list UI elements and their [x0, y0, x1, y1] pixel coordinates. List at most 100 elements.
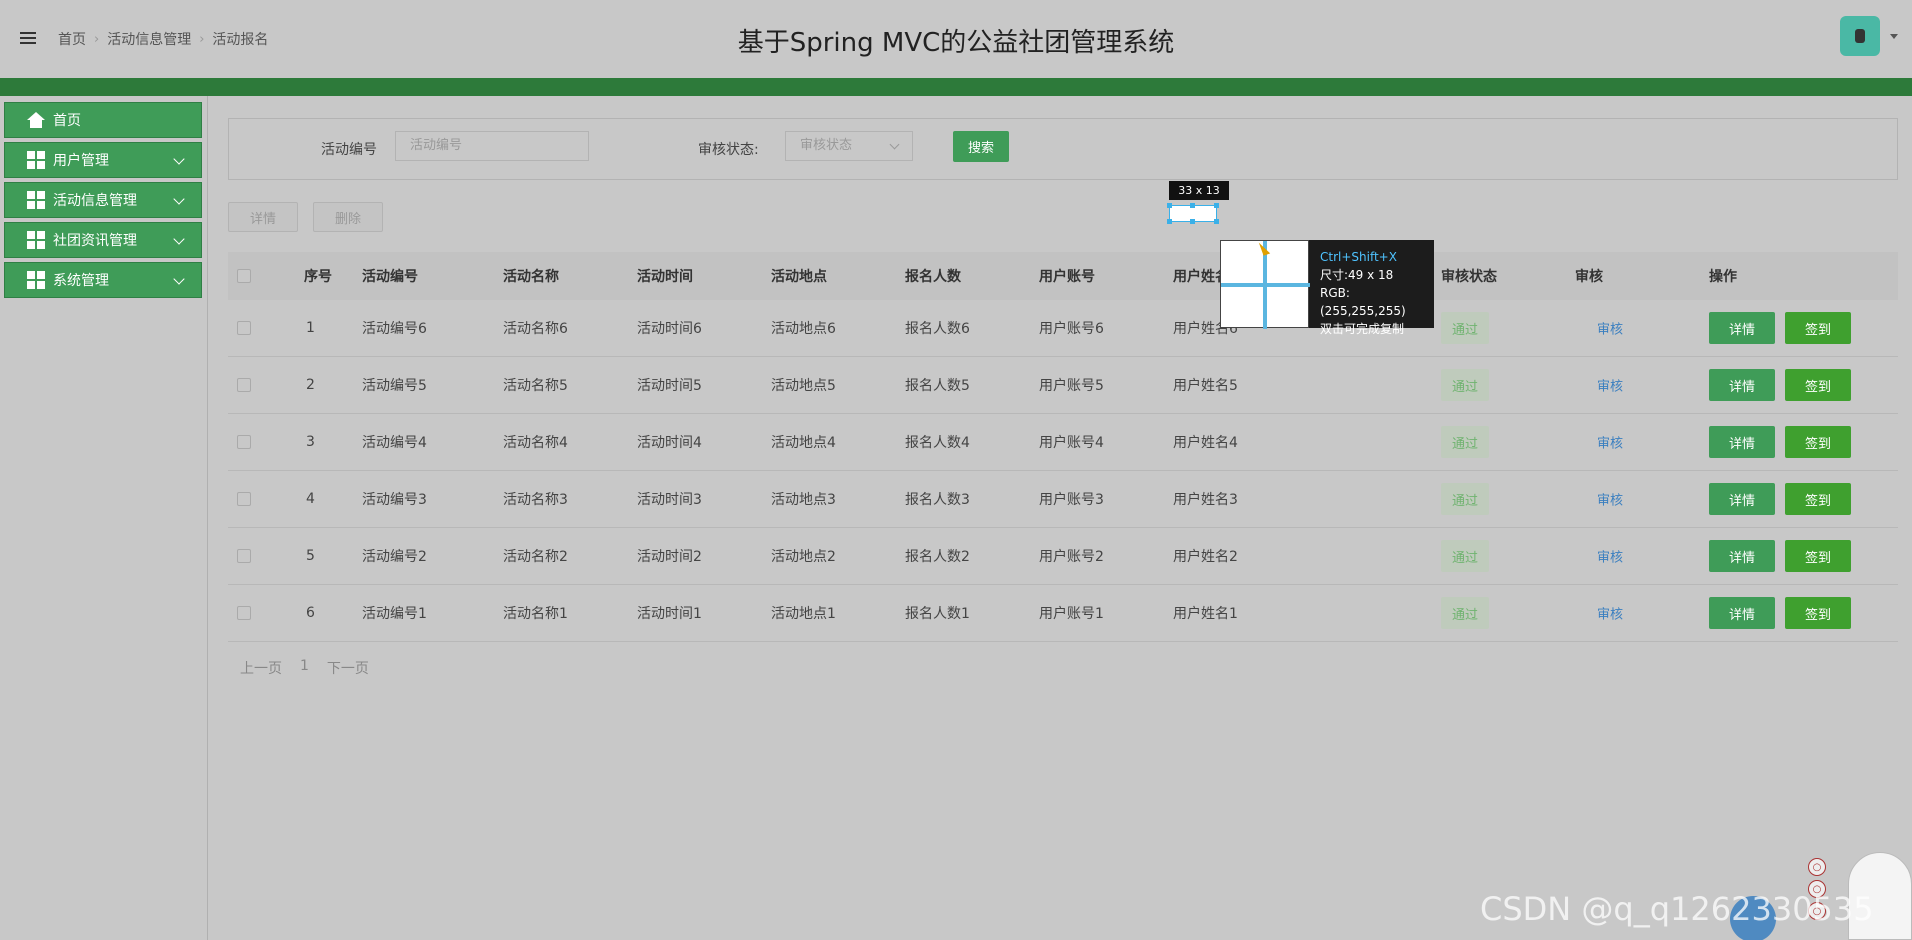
cell-name: 活动名称4 — [503, 435, 568, 451]
sidebar-item-activity-info[interactable]: 活动信息管理 — [4, 182, 202, 218]
row-checkbox[interactable] — [237, 492, 251, 506]
page-number[interactable]: 1 — [300, 658, 309, 678]
cell-account: 用户账号3 — [1039, 492, 1104, 508]
row-detail-button[interactable]: 详情 — [1709, 597, 1775, 629]
table-body: 1 活动编号6 活动名称6 活动时间6 活动地点6 报名人数6 用户账号6 用户姓名6 通过 审核… — [228, 300, 1898, 642]
audit-link[interactable]: 审核 — [1597, 604, 1623, 623]
sidebar: 首页 用户管理 活动信息管理 社团资讯管理 系统管理 — [0, 96, 208, 940]
status-select[interactable]: 审核状态 — [785, 131, 913, 161]
cell-name: 活动名称2 — [503, 549, 568, 565]
cell-username: 用户姓名3 — [1173, 492, 1238, 508]
row-detail-button[interactable]: 详情 — [1709, 426, 1775, 458]
cell-name: 活动名称1 — [503, 606, 568, 622]
row-checkbox[interactable] — [237, 435, 251, 449]
status-badge: 通过 — [1441, 369, 1489, 401]
cell-no: 2 — [306, 377, 315, 393]
search-button[interactable]: 搜索 — [953, 131, 1009, 162]
cell-no: 4 — [306, 491, 315, 507]
chevron-down-icon — [173, 153, 185, 165]
row-sign-in-button[interactable]: 签到 — [1785, 483, 1851, 515]
cell-account: 用户账号1 — [1039, 606, 1104, 622]
header-accent-bar — [0, 78, 1912, 96]
table-header: 序号 活动编号 活动名称 活动时间 活动地点 报名人数 用户账号 用户姓名 审核… — [228, 252, 1898, 300]
audit-link[interactable]: 审核 — [1597, 490, 1623, 509]
color-picker-magnifier: Ctrl+Shift+X 尺寸:49 x 18 RGB:(255,255,255… — [1220, 240, 1434, 336]
cell-name: 活动名称5 — [503, 378, 568, 394]
column-header: 活动时间 — [637, 269, 693, 285]
column-header: 操作 — [1709, 269, 1737, 285]
cell-username: 用户姓名1 — [1173, 606, 1238, 622]
audit-link[interactable]: 审核 — [1597, 433, 1623, 452]
column-header: 序号 — [304, 269, 332, 285]
status-select-placeholder: 审核状态 — [800, 138, 853, 153]
table-row[interactable]: 2 活动编号5 活动名称5 活动时间5 活动地点5 报名人数5 用户账号5 用户姓名5 通过 审核… — [228, 357, 1898, 414]
column-header: 活动编号 — [362, 269, 418, 285]
row-sign-in-button[interactable]: 签到 — [1785, 597, 1851, 629]
row-checkbox[interactable] — [237, 321, 251, 335]
cell-username: 用户姓名5 — [1173, 378, 1238, 394]
audit-link[interactable]: 审核 — [1597, 319, 1623, 338]
row-detail-button[interactable]: 详情 — [1709, 312, 1775, 344]
status-label: 审核状态: — [698, 142, 759, 158]
badge-icon[interactable]: ○ — [1808, 858, 1826, 876]
rgb-text: RGB:(255,255,255) — [1320, 286, 1406, 318]
cell-time: 活动时间5 — [637, 378, 702, 394]
cell-time: 活动时间4 — [637, 435, 702, 451]
detail-button[interactable]: 详情 — [228, 202, 298, 232]
caret-down-icon[interactable] — [1890, 34, 1898, 39]
grid-icon — [27, 231, 45, 249]
sidebar-item-label: 社团资讯管理 — [53, 233, 137, 249]
table-row[interactable]: 4 活动编号3 活动名称3 活动时间3 活动地点3 报名人数3 用户账号3 用户姓名3 通过 审核… — [228, 471, 1898, 528]
delete-button[interactable]: 删除 — [313, 202, 383, 232]
row-detail-button[interactable]: 详情 — [1709, 369, 1775, 401]
table-row[interactable]: 1 活动编号6 活动名称6 活动时间6 活动地点6 报名人数6 用户账号6 用户姓名6 通过 审核… — [228, 300, 1898, 357]
cell-place: 活动地点3 — [771, 492, 836, 508]
cell-code: 活动编号5 — [362, 378, 427, 394]
pagination: 上一页 1 下一页 — [240, 658, 369, 678]
user-avatar-icon[interactable] — [1840, 16, 1880, 56]
sidebar-item-label: 系统管理 — [53, 273, 109, 289]
cell-place: 活动地点4 — [771, 435, 836, 451]
row-checkbox[interactable] — [237, 549, 251, 563]
cell-count: 报名人数3 — [905, 492, 970, 508]
status-badge: 通过 — [1441, 426, 1489, 458]
row-detail-button[interactable]: 详情 — [1709, 483, 1775, 515]
row-sign-in-button[interactable]: 签到 — [1785, 426, 1851, 458]
cell-place: 活动地点2 — [771, 549, 836, 565]
cell-no: 5 — [306, 548, 315, 564]
sidebar-item-home[interactable]: 首页 — [4, 102, 202, 138]
row-checkbox[interactable] — [237, 378, 251, 392]
table-row[interactable]: 3 活动编号4 活动名称4 活动时间4 活动地点4 报名人数4 用户账号4 用户姓名4 通过 审核… — [228, 414, 1898, 471]
select-all-checkbox[interactable] — [237, 269, 251, 283]
sidebar-item-label: 首页 — [53, 113, 81, 129]
row-detail-button[interactable]: 详情 — [1709, 540, 1775, 572]
home-icon — [27, 112, 45, 128]
chevron-down-icon — [173, 273, 185, 285]
next-page-link[interactable]: 下一页 — [327, 658, 369, 678]
cell-time: 活动时间2 — [637, 549, 702, 565]
cell-account: 用户账号5 — [1039, 378, 1104, 394]
cell-time: 活动时间3 — [637, 492, 702, 508]
row-sign-in-button[interactable]: 签到 — [1785, 369, 1851, 401]
audit-link[interactable]: 审核 — [1597, 547, 1623, 566]
chevron-down-icon — [173, 233, 185, 245]
column-header: 审核 — [1575, 269, 1603, 285]
cell-no: 6 — [306, 605, 315, 621]
row-checkbox[interactable] — [237, 606, 251, 620]
search-panel: 活动编号 活动编号 审核状态: 审核状态 搜索 — [228, 118, 1898, 180]
prev-page-link[interactable]: 上一页 — [240, 658, 282, 678]
sidebar-item-club-news[interactable]: 社团资讯管理 — [4, 222, 202, 258]
row-sign-in-button[interactable]: 签到 — [1785, 540, 1851, 572]
selection-box[interactable] — [1167, 203, 1219, 224]
table-row[interactable]: 5 活动编号2 活动名称2 活动时间2 活动地点2 报名人数2 用户账号2 用户姓名2 通过 审核… — [228, 528, 1898, 585]
cell-code: 活动编号3 — [362, 492, 427, 508]
cursor-icon — [1258, 240, 1271, 256]
row-sign-in-button[interactable]: 签到 — [1785, 312, 1851, 344]
shortcut-text: Ctrl+Shift+X — [1320, 250, 1397, 264]
chevron-down-icon — [889, 139, 900, 150]
audit-link[interactable]: 审核 — [1597, 376, 1623, 395]
sidebar-item-system[interactable]: 系统管理 — [4, 262, 202, 298]
activity-no-input[interactable]: 活动编号 — [395, 131, 589, 161]
sidebar-item-user-management[interactable]: 用户管理 — [4, 142, 202, 178]
table-row[interactable]: 6 活动编号1 活动名称1 活动时间1 活动地点1 报名人数1 用户账号1 用户姓名1 通过 审核… — [228, 585, 1898, 642]
